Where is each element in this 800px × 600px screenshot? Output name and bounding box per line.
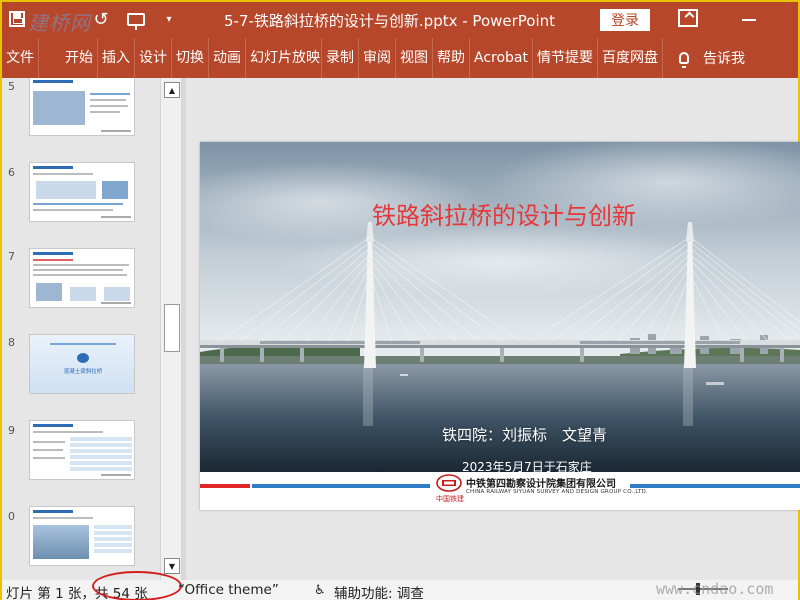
tab-record[interactable]: 录制 [322,38,359,78]
tab-storyboard[interactable]: 情节提要 [533,38,598,78]
slide-number: 5 [8,80,15,93]
ribbon-tab-bar: 文件 开始 插入 设计 切换 动画 幻灯片放映 录制 审阅 视图 帮助 Acro… [2,38,798,78]
ribbon-display-options-icon[interactable] [678,9,698,27]
slide-authors[interactable]: 铁四院：刘振标 文望青 [442,424,607,445]
slide-editing-canvas: 铁路斜拉桥的设计与创新 铁四院：刘振标 文望青 2023年5月7日于石家庄 中国… [186,78,800,580]
accessibility-icon[interactable]: ♿ [314,583,326,598]
footer-blue-bar-right [630,484,800,488]
start-from-beginning-icon[interactable] [124,8,148,30]
title-bar: 建桥网 ↺ ▾ 5-7-铁路斜拉桥的设计与创新.pptx - PowerPoin… [2,2,798,38]
tab-baidu-netdisk[interactable]: 百度网盘 [598,38,663,78]
theme-status: “Office theme” [178,582,279,598]
slide-number: 9 [8,424,15,437]
bridge-photo [200,142,800,472]
tab-animations[interactable]: 动画 [209,38,246,78]
current-slide[interactable]: 铁路斜拉桥的设计与创新 铁四院：刘振标 文望青 2023年5月7日于石家庄 中国… [200,142,800,510]
logo-text: 中国铁建 [436,495,464,503]
watermark-logo: 建桥网 [28,11,91,35]
tab-acrobat[interactable]: Acrobat [470,38,533,78]
thumbnail-scrollbar[interactable]: ▲ ▼ [160,78,182,580]
slide-title[interactable]: 铁路斜拉桥的设计与创新 [200,196,800,231]
slide-thumbnail[interactable]: 混凝土梁斜拉桥 [29,334,135,394]
tab-view[interactable]: 视图 [396,38,433,78]
undo-icon[interactable]: ↺ [90,8,112,30]
document-title: 5-7-铁路斜拉桥的设计与创新.pptx - PowerPoint [224,12,556,30]
tab-slideshow[interactable]: 幻灯片放映 [246,38,322,78]
tell-me-search[interactable]: 告诉我 [699,48,745,68]
slide-thumbnail[interactable] [29,78,135,136]
login-button[interactable]: 登录 [600,9,650,31]
save-icon[interactable] [6,8,28,30]
slide-number: 7 [8,250,15,263]
slide-number: 8 [8,336,15,349]
tab-file[interactable]: 文件 [2,38,39,78]
thumbnail-title-text: 混凝土梁斜拉桥 [63,369,103,375]
slide-thumbnail[interactable] [29,506,135,566]
customize-quick-access-icon[interactable]: ▾ [162,8,176,30]
footer-red-bar [200,484,250,488]
slide-thumbnail-pane: 5 6 7 8 混凝土梁斜拉桥 9 0 [2,78,160,580]
accessibility-status[interactable]: 辅助功能: 调查 [334,582,424,600]
tab-design[interactable]: 设计 [135,38,172,78]
lightbulb-icon[interactable] [669,38,699,78]
slide-thumbnail[interactable] [29,162,135,222]
slide-thumbnail[interactable] [29,248,135,308]
tab-insert[interactable]: 插入 [98,38,135,78]
status-bar: 灯片 第 1 张，共 54 张 “Office theme” ♿ 辅助功能: 调… [2,571,798,600]
tab-transitions[interactable]: 切换 [172,38,209,78]
scroll-thumb[interactable] [164,304,180,352]
company-name-cn: 中铁第四勘察设计院集团有限公司 [466,479,616,490]
tab-help[interactable]: 帮助 [433,38,470,78]
highlight-circle-annotation [92,571,182,600]
minimize-icon[interactable] [742,19,756,21]
slide-number: 0 [8,510,15,523]
slide-footer: 中国铁建 中铁第四勘察设计院集团有限公司 CHINA RAILWAY SIYUA… [200,472,800,510]
slide-thumbnail[interactable] [29,420,135,480]
scroll-up-icon[interactable]: ▲ [164,82,180,98]
crec-logo-icon [436,474,462,492]
slide-number: 6 [8,166,15,179]
tab-home[interactable]: 开始 [61,38,98,78]
footer-blue-bar [252,484,430,488]
scroll-down-icon[interactable]: ▼ [164,558,180,574]
company-name-en: CHINA RAILWAY SIYUAN SURVEY AND DESIGN G… [466,489,648,495]
site-watermark: www.cndao.com [656,580,774,598]
tab-review[interactable]: 审阅 [359,38,396,78]
